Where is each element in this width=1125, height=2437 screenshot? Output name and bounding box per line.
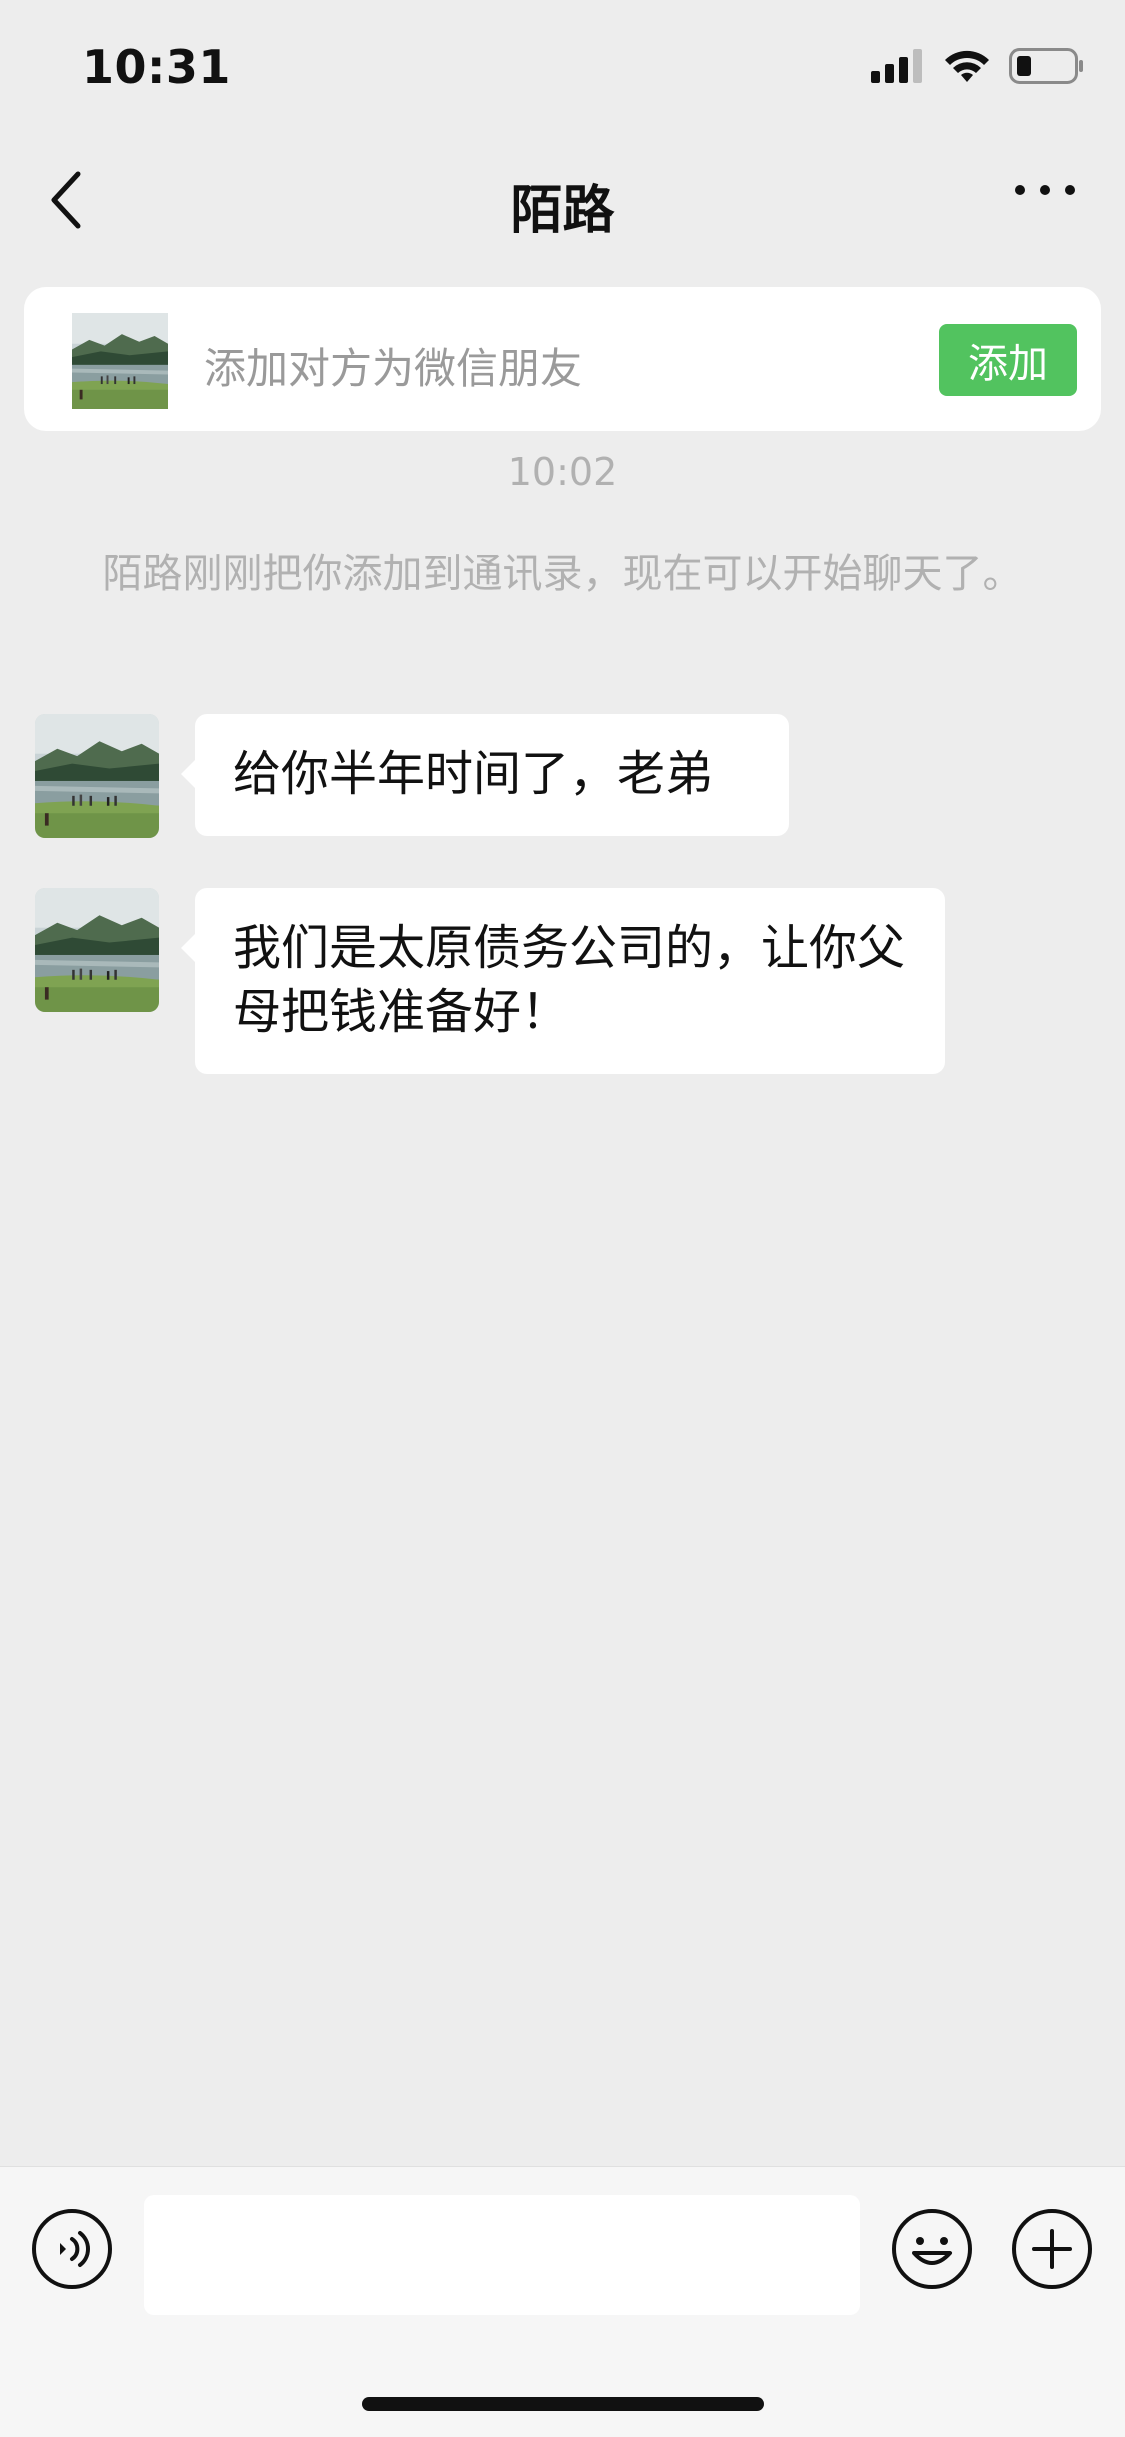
status-bar: 10:31 (0, 0, 1125, 130)
more-dot-icon (1065, 185, 1075, 195)
more-dot-icon (1015, 185, 1025, 195)
input-toolbar (0, 2166, 1125, 2437)
sender-avatar[interactable] (35, 714, 159, 838)
system-message: 陌路刚刚把你添加到通讯录，现在可以开始聊天了。 (102, 551, 1023, 597)
add-friend-card: 添加对方为微信朋友 添加 (24, 287, 1101, 431)
emoji-button[interactable] (890, 2207, 974, 2291)
chat-title: 陌路 (510, 181, 615, 241)
contact-avatar[interactable] (72, 313, 168, 409)
more-dot-icon (1040, 185, 1050, 195)
more-options-button[interactable] (1015, 170, 1075, 210)
navigation-bar: 陌路 (0, 130, 1125, 270)
voice-button[interactable] (30, 2207, 114, 2291)
wifi-icon (945, 50, 989, 82)
home-indicator[interactable] (362, 2397, 764, 2411)
add-friend-button[interactable]: 添加 (939, 324, 1077, 396)
plus-icon (1012, 2209, 1092, 2289)
emoji-icon (892, 2209, 972, 2289)
cellular-signal-icon (871, 49, 922, 83)
status-time: 10:31 (82, 40, 231, 94)
voice-icon (32, 2209, 112, 2289)
add-friend-prompt: 添加对方为微信朋友 (204, 344, 583, 393)
battery-icon (1009, 48, 1083, 84)
message-timestamp: 10:02 (507, 450, 618, 494)
more-actions-button[interactable] (1010, 2207, 1094, 2291)
message-bubble[interactable]: 给你半年时间了，老弟 (181, 714, 789, 836)
status-icons (871, 48, 1085, 84)
message-bubble[interactable]: 我们是太原债务公司的，让你父母把钱准备好！ (181, 888, 945, 1074)
message-input[interactable] (144, 2195, 860, 2315)
sender-avatar[interactable] (35, 888, 159, 1012)
